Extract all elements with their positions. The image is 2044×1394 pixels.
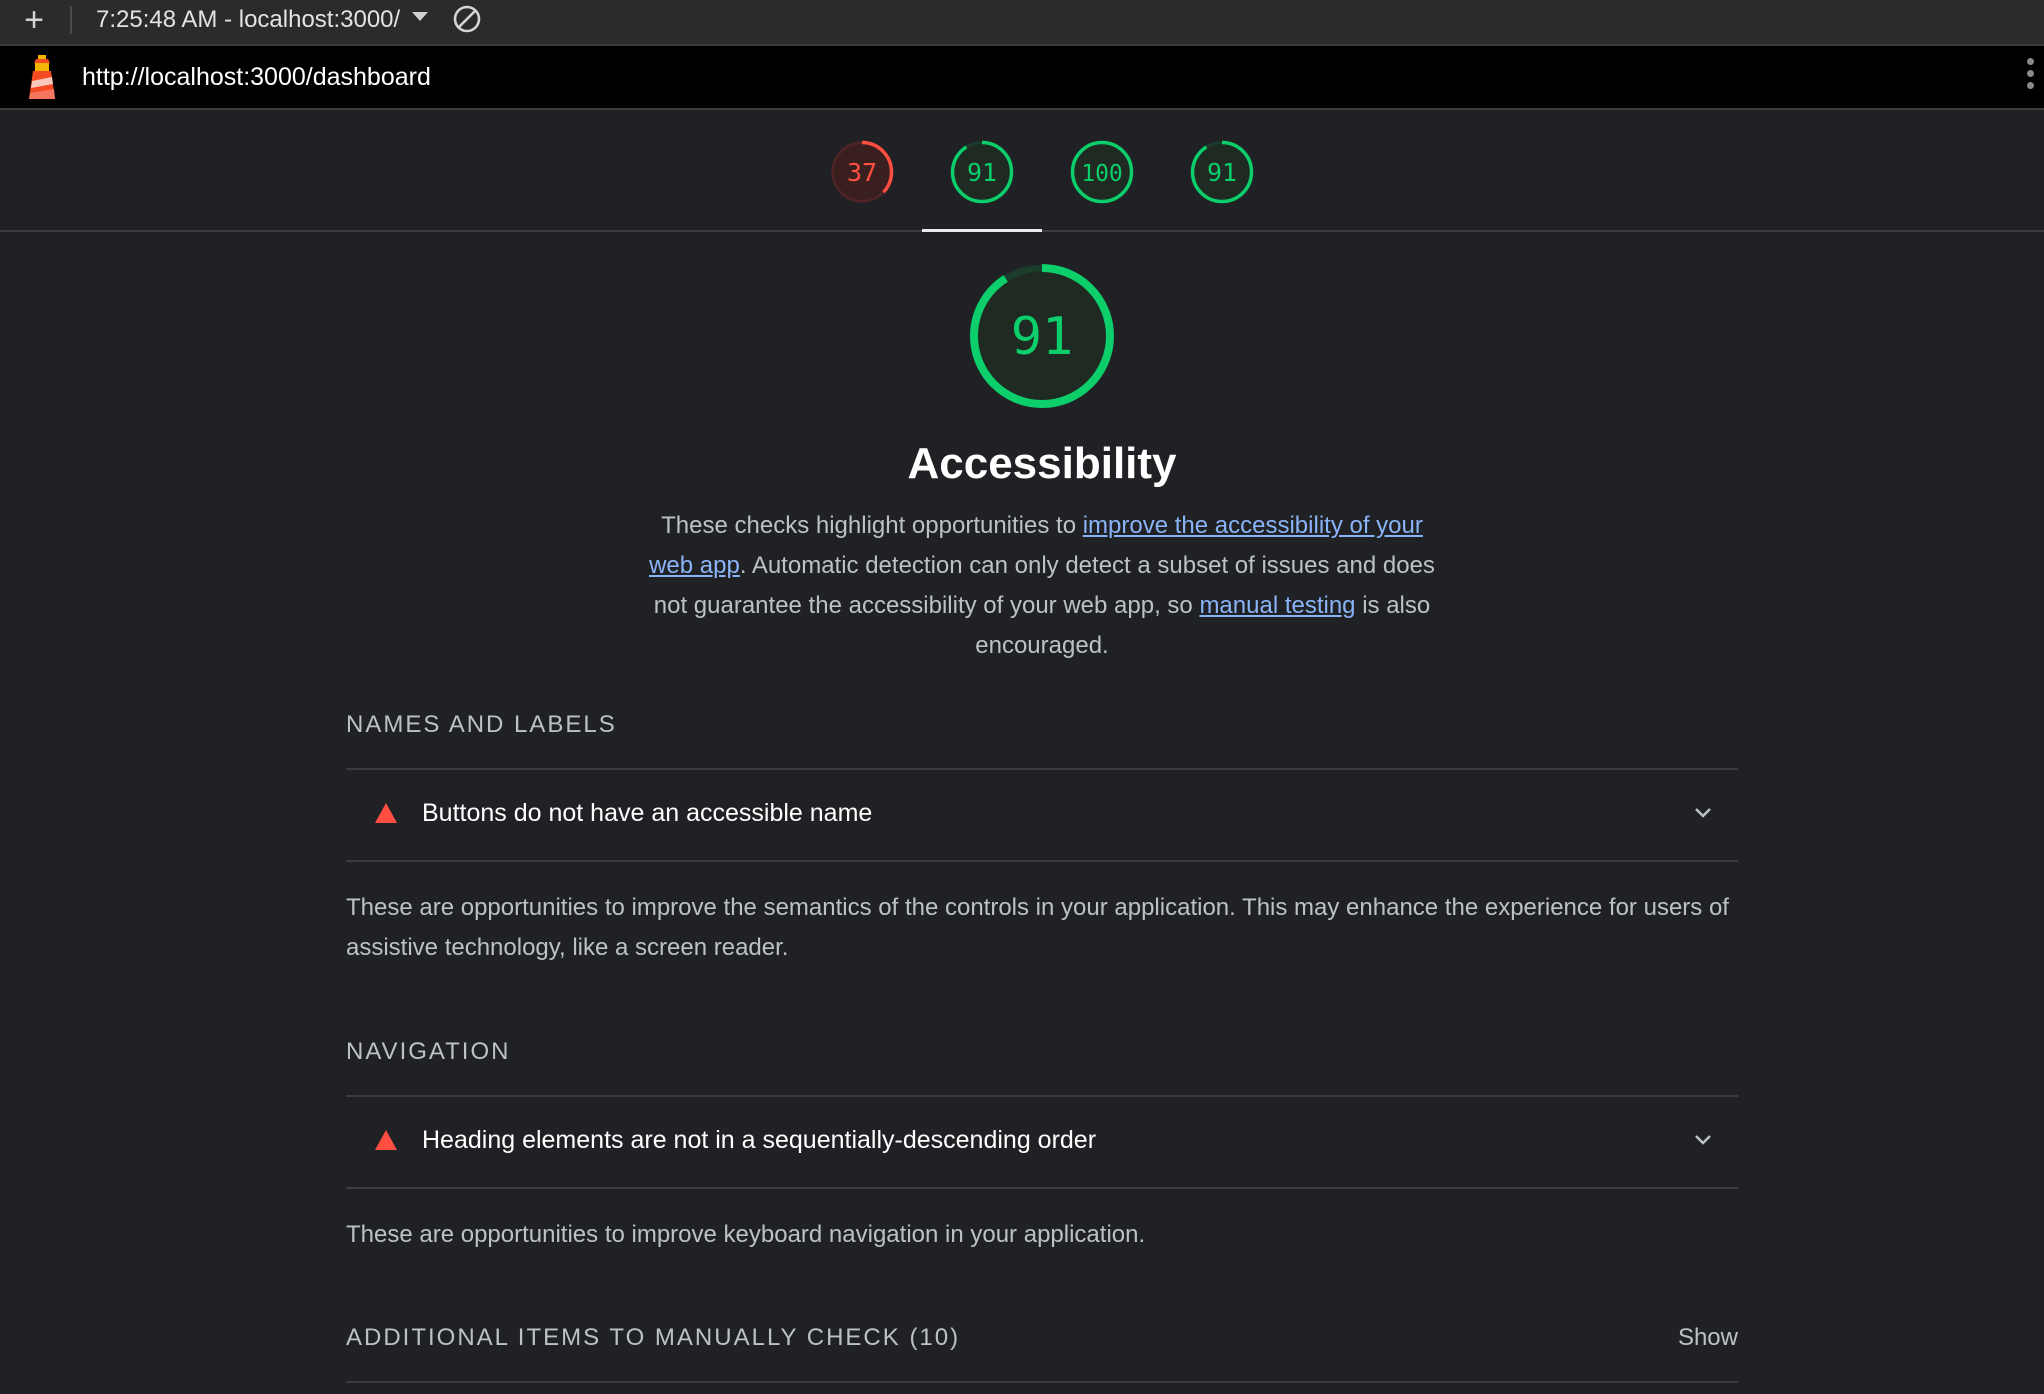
divider [346,1381,1738,1383]
tab-performance[interactable]: 37 [802,110,922,230]
category-score-value: 91 [1011,307,1074,367]
score-gauge: 37 [830,140,894,204]
more-vertical-icon[interactable] [2024,58,2036,98]
category-score-gauge: 91 [970,264,1114,408]
desc-text: These checks highlight opportunities to [661,512,1083,539]
fail-triangle-icon [375,1130,397,1150]
tab-best-practices[interactable]: 100 [1042,110,1162,230]
audit-title: Buttons do not have an accessible name [422,799,873,827]
plus-icon[interactable]: + [20,3,48,37]
divider [346,860,1738,862]
group-description-navigation: These are opportunities to improve keybo… [346,1221,1146,1248]
tab-seo[interactable]: 91 [1162,110,1282,230]
score-value: 91 [1207,158,1237,187]
caret-down-icon[interactable] [412,12,428,21]
audit-title: Heading elements are not in a sequential… [422,1126,1097,1154]
score-gauge: 91 [1190,140,1254,204]
audited-url[interactable]: http://localhost:3000/dashboard [82,60,431,94]
divider [346,1187,1738,1189]
lighthouse-logo-icon [29,55,55,99]
group-description-names-labels: These are opportunities to improve the s… [346,894,1729,961]
url-bar: http://localhost:3000/dashboard [0,46,2044,110]
category-description: These checks highlight opportunities to … [640,506,1444,666]
show-manual-checks-button[interactable]: Show [1636,1322,1738,1354]
chevron-down-icon[interactable] [1690,1127,1716,1153]
category-title: Accessibility [907,439,1177,488]
block-icon[interactable] [452,4,482,34]
audit-row-button-name[interactable]: Buttons do not have an accessible name [346,770,1738,860]
category-score-tabs: 37 91 100 91 [0,110,2044,232]
manual-testing-link[interactable]: manual testing [1199,592,1355,619]
score-gauge: 91 [950,140,1014,204]
report-toolbar: + 7:25:48 AM - localhost:3000/dashboard [0,0,2044,46]
chevron-down-icon[interactable] [1690,800,1716,826]
audit-row-heading-order[interactable]: Heading elements are not in a sequential… [346,1097,1738,1187]
group-title-names-labels: NAMES AND LABELS [346,711,617,738]
score-gauge: 100 [1070,140,1134,204]
score-value: 91 [967,158,997,187]
score-value: 37 [847,158,877,187]
tab-accessibility[interactable]: 91 [922,110,1042,232]
score-value: 100 [1081,161,1123,187]
fail-triangle-icon [375,803,397,823]
toolbar-divider [70,6,72,34]
group-title-manual-checks[interactable]: ADDITIONAL ITEMS TO MANUALLY CHECK (10) [346,1322,1446,1354]
group-title-navigation: NAVIGATION [346,1038,511,1065]
report-selector[interactable]: 7:25:48 AM - localhost:3000/dashboard [96,4,400,36]
